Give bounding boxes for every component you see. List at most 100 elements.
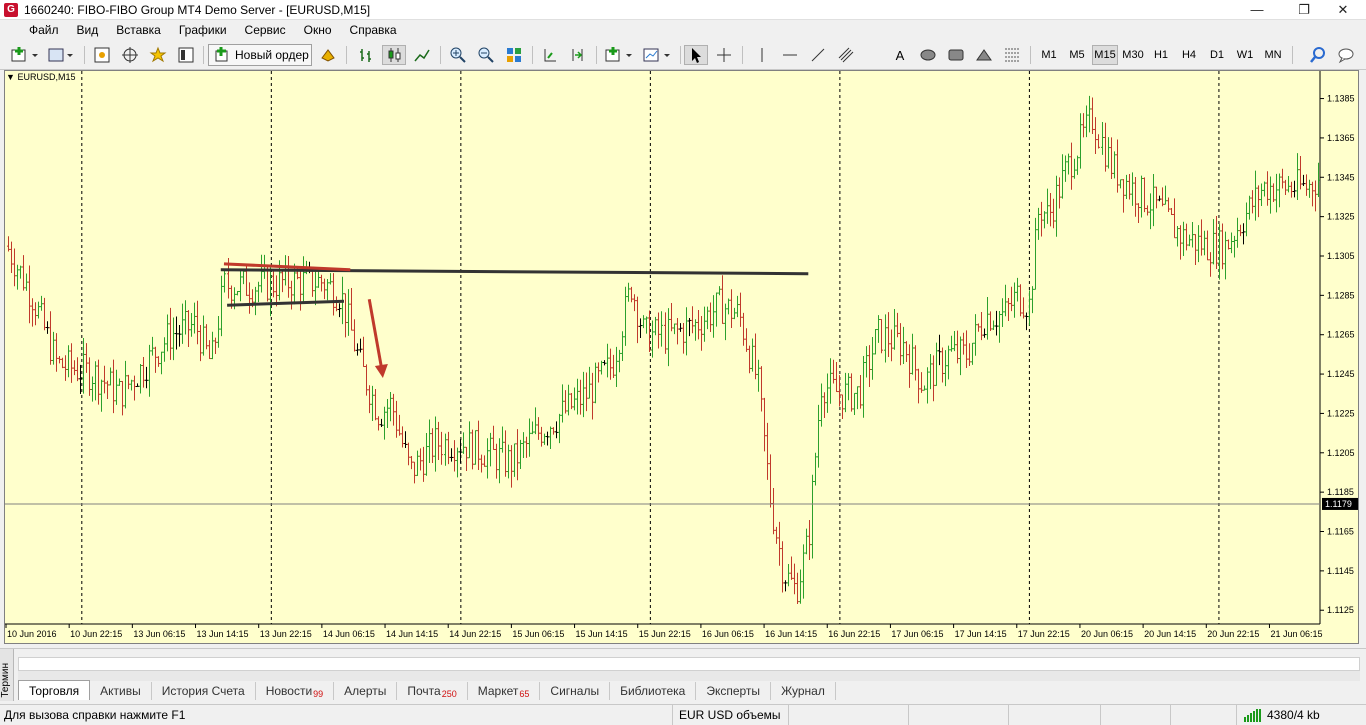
line-chart-icon[interactable] [410,45,434,65]
connection-status[interactable]: 4380/4 kb [1236,705,1366,725]
vertical-line-icon[interactable] [750,45,774,65]
close-icon[interactable]: ✕ [1320,0,1366,20]
menu-window[interactable]: Окно [295,20,341,40]
time-tick-label: 10 Jun 2016 [7,629,57,639]
channel-icon[interactable] [834,45,858,65]
search-icon[interactable] [1306,45,1330,65]
ohlc-bar [1155,186,1158,209]
ohlc-bar [398,414,401,436]
menu-view[interactable]: Вид [68,20,108,40]
rectangle-icon[interactable] [944,45,968,65]
tab-news[interactable]: Новости99 [256,682,335,700]
price-chart[interactable]: 1.1385 1.1365 1.1345 1.1325 1.1305 1.1285 1.12… [5,71,1358,643]
timeframe-h4[interactable]: H4 [1176,45,1202,65]
ohlc-bar [950,335,953,352]
bar-chart-icon[interactable] [354,45,378,65]
ohlc-bar [40,295,43,311]
tab-label: Торговля [29,684,80,698]
ohlc-bar [130,379,133,391]
menu-charts[interactable]: Графики [170,20,236,40]
tab-experts[interactable]: Эксперты [696,682,772,700]
tab-alerts[interactable]: Алерты [334,682,398,700]
templates-icon[interactable] [640,45,674,65]
ohlc-bar [486,438,489,479]
menu-insert[interactable]: Вставка [107,20,170,40]
text-icon[interactable]: A [888,45,912,65]
chart-symbol-label[interactable]: ▼ EURUSD,M15 [4,72,75,82]
ohlc-bar [323,278,326,300]
autotrading-icon[interactable] [316,45,340,65]
ohlc-bar [829,358,832,404]
ohlc-bar [1052,198,1055,229]
timeframe-mn[interactable]: MN [1260,45,1286,65]
ohlc-bar [793,563,796,595]
ohlc-bar [1236,217,1239,248]
ohlc-bar [220,275,223,337]
tab-journal[interactable]: Журнал [771,682,836,700]
timeframe-m15[interactable]: M15 [1092,45,1118,65]
indicators-icon[interactable] [602,45,636,65]
ohlc-bar [196,300,199,345]
profile-name[interactable]: EUR USD объемы [672,705,788,725]
horizontal-line-icon[interactable] [778,45,802,65]
auto-scroll-icon[interactable] [566,45,590,65]
ohlc-bar [1314,180,1317,212]
menu-file[interactable]: Файл [20,20,68,40]
tab-market[interactable]: Маркет65 [468,682,541,700]
ohlc-bar [1257,185,1260,218]
tab-library[interactable]: Библиотека [610,682,697,700]
candlestick-icon[interactable] [382,45,406,65]
fibonacci-icon[interactable] [1000,45,1024,65]
market-watch-icon[interactable] [90,45,114,65]
terminal-side-handle[interactable]: Термин [0,649,14,701]
ohlc-bar [160,351,163,375]
ohlc-bar [471,429,474,470]
timeframe-m1[interactable]: M1 [1036,45,1062,65]
timeframe-w1[interactable]: W1 [1232,45,1258,65]
zoom-in-icon[interactable] [446,45,470,65]
navigator-icon[interactable] [118,45,142,65]
ohlc-bar [1113,151,1116,179]
data-window-icon[interactable] [174,45,198,65]
zoom-out-icon[interactable] [474,45,498,65]
ohlc-bar [841,394,844,420]
timeframe-m30[interactable]: M30 [1120,45,1146,65]
collapse-triangle-icon[interactable]: ▼ [6,72,15,82]
chart-shift-icon[interactable] [538,45,562,65]
trendline-icon[interactable] [806,45,830,65]
tab-mailbox[interactable]: Почта250 [397,682,468,700]
app-logo-icon: G [4,2,18,17]
chat-icon[interactable] [1334,45,1358,65]
timeframe-h1[interactable]: H1 [1148,45,1174,65]
ohlc-bar [510,445,513,488]
ohlc-bar [468,421,471,459]
new-order-button[interactable]: Новый ордер [208,44,312,66]
ohlc-bar [290,280,293,310]
new-chart-icon[interactable] [8,45,42,65]
ohlc-bar [935,342,938,386]
tab-signals[interactable]: Сигналы [540,682,611,700]
profiles-icon[interactable] [46,45,78,65]
tab-assets[interactable]: Активы [90,682,152,700]
ohlc-bar [673,323,676,335]
price-tick-label: 1.1225 [1327,408,1355,418]
ohlc-bar [769,454,772,508]
tab-account-history[interactable]: История Счета [152,682,256,700]
timeframe-m5[interactable]: M5 [1064,45,1090,65]
ellipse-icon[interactable] [916,45,940,65]
favorites-icon[interactable] [146,45,170,65]
price-axis: 1.1385 1.1365 1.1345 1.1325 1.1305 1.1285 1.12… [1320,94,1358,615]
crosshair-icon[interactable] [712,45,736,65]
terminal-side-label: Термин [0,663,11,698]
cursor-icon[interactable] [684,45,708,65]
tab-trade[interactable]: Торговля [18,680,91,700]
tile-windows-icon[interactable] [502,45,526,65]
chart-window[interactable]: 1.1385 1.1365 1.1345 1.1325 1.1305 1.1285 1.12… [4,70,1359,644]
triangle-icon[interactable] [972,45,996,65]
timeframe-d1[interactable]: D1 [1204,45,1230,65]
minimize-icon[interactable]: — [1234,0,1280,20]
status-cell [1100,705,1170,725]
menu-help[interactable]: Справка [341,20,406,40]
ohlc-bar [727,298,730,315]
menu-tools[interactable]: Сервис [236,20,295,40]
